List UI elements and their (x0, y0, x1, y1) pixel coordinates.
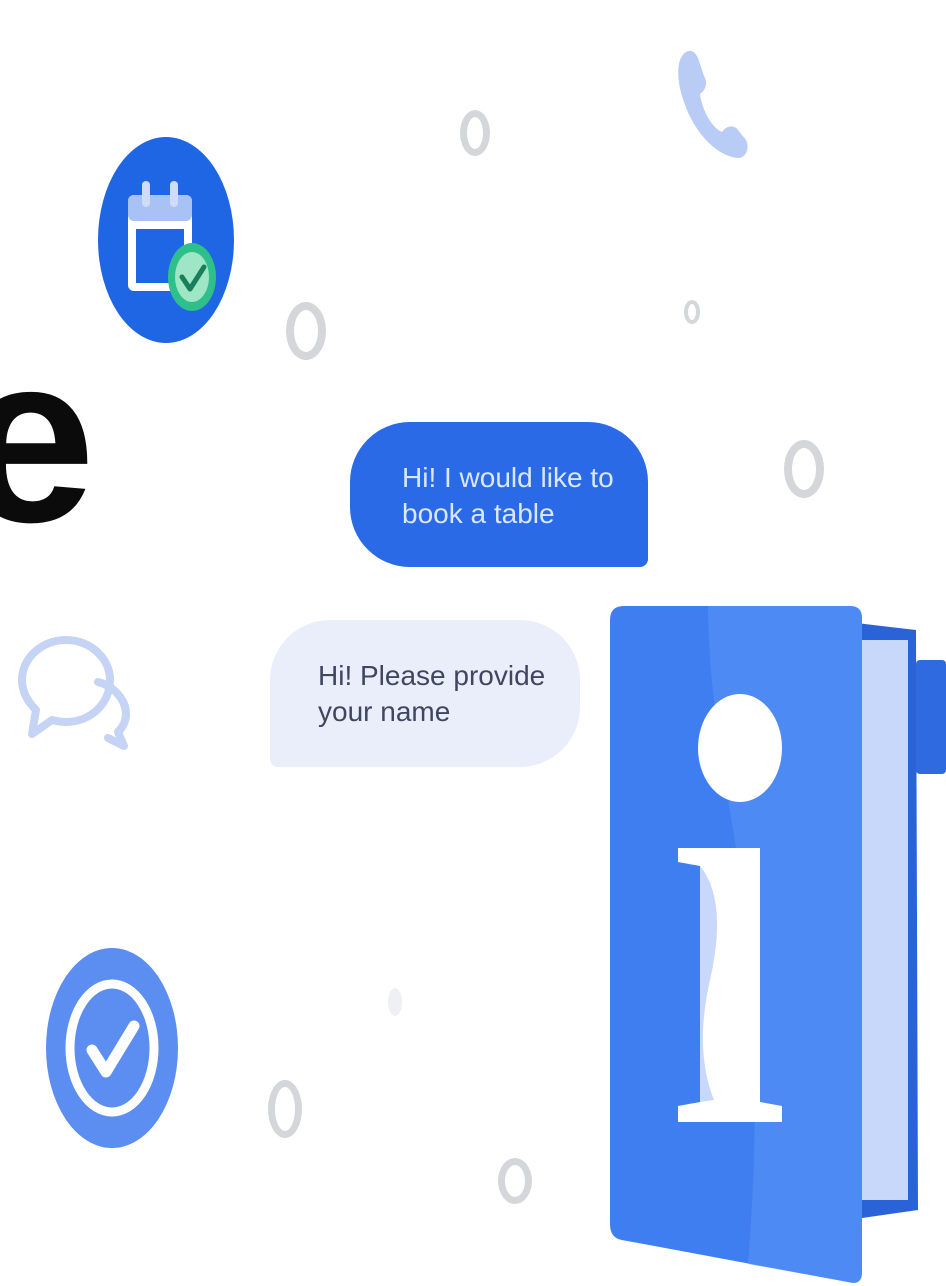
incoming-message-line: your name (318, 696, 451, 727)
calendar-check-badge (98, 137, 234, 343)
check-circle-icon (65, 979, 159, 1117)
decorative-dot (388, 988, 402, 1016)
decorative-ring (784, 440, 824, 498)
info-document-illustration (598, 600, 946, 1286)
phone-icon (678, 50, 748, 159)
outgoing-message-bubble: Hi! I would like to book a table (350, 422, 648, 567)
incoming-message-bubble: Hi! Please provide your name (270, 620, 580, 767)
incoming-message-line: Hi! Please provide (318, 660, 546, 691)
decorative-ring (286, 302, 326, 360)
check-circle-badge (46, 948, 178, 1148)
decorative-ring (684, 300, 700, 324)
outgoing-message-line: book a table (402, 498, 555, 529)
decorative-ring (498, 1158, 532, 1204)
calendar-check-icon (128, 181, 216, 311)
decorative-ring (460, 110, 490, 156)
info-document-icon (610, 606, 946, 1283)
outgoing-message-line: Hi! I would like to (402, 462, 614, 493)
heading-fragment: e (0, 304, 96, 572)
chat-bubbles-icon (18, 636, 130, 750)
decorative-ring (268, 1080, 302, 1138)
